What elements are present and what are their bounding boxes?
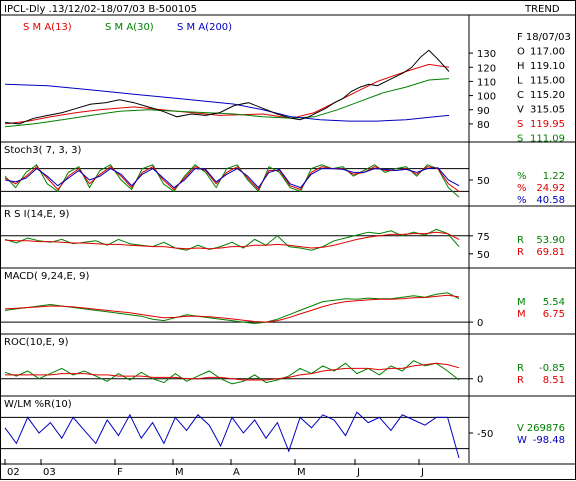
- trend-label: TREND: [524, 4, 560, 15]
- readout-label: H: [517, 61, 525, 72]
- y-tick-label: 0: [477, 375, 483, 386]
- chart-title: IPCL-Dly .13/12/02-18/07/03 B-500105: [4, 4, 197, 15]
- readout-value: 5.54: [543, 297, 565, 308]
- panel-williams: W/LM %R(10) -50 V 269876W -98.48: [1, 399, 576, 465]
- panel-stochastic: Stoch3( 7, 3, 3) 50% 1.22% 24.92% 40.58: [1, 145, 576, 207]
- y-tick-label: 130: [477, 49, 496, 60]
- y-tick-label: 75: [477, 232, 490, 243]
- legend-entry: S M A(200): [177, 22, 232, 33]
- y-tick-label: 100: [477, 92, 496, 103]
- readout-value: 111.09: [530, 134, 565, 145]
- readout-value: 117.00: [530, 47, 565, 58]
- readout-value: 40.58: [536, 195, 565, 206]
- panel-title: MACD( 9,24,E, 9): [4, 271, 90, 282]
- panel-price: 80 90 100 110 120 130 S M A(13) S M A(30) S M A(…: [1, 22, 576, 145]
- readout-value: 24.92: [536, 183, 565, 194]
- y-tick-label: 50: [477, 176, 490, 187]
- series-line-s-m-a-30--1: [4, 78, 450, 128]
- series-line-close-3: [4, 49, 450, 125]
- readout-value: 269876: [527, 423, 565, 434]
- series-line-s-m-a-13--0: [4, 63, 450, 125]
- x-tick-label: J: [356, 467, 360, 478]
- legend-entry: S M A(13): [23, 22, 72, 33]
- readout-label: R: [517, 235, 524, 246]
- readout-date: F 18/07/03: [517, 32, 571, 43]
- readout-label: C: [517, 90, 524, 101]
- readout-label: V: [517, 105, 524, 116]
- panel-macd: MACD( 9,24,E, 9) 0 M 5.54 M 6.75: [1, 271, 576, 335]
- readout-label: S: [517, 119, 523, 130]
- readout-value: 53.90: [536, 235, 565, 246]
- panel-roc: ROC(10,E, 9) 0 R -0.85 R 8.51: [1, 337, 576, 397]
- readout-label: M: [517, 309, 526, 320]
- x-tick-label: M: [297, 467, 306, 478]
- y-tick-label: 80: [477, 120, 490, 131]
- panel-title: W/LM %R(10): [4, 399, 72, 410]
- readout-label: V: [517, 423, 524, 434]
- readout-label: S: [517, 134, 523, 145]
- readout-value: 315.05: [530, 105, 565, 116]
- readout-label: O: [517, 47, 525, 58]
- readout-label: R: [517, 363, 524, 374]
- readout-label: %: [517, 195, 527, 206]
- readout-value: 119.95: [530, 119, 565, 130]
- chart-window: IPCL-Dly .13/12/02-18/07/03 B-500105 TRE…: [0, 0, 576, 480]
- series-line-r-0: [4, 360, 460, 385]
- legend-entry: S M A(30): [105, 22, 154, 33]
- readout-label: M: [517, 297, 526, 308]
- readout-label: %: [517, 183, 527, 194]
- panel-title: R S I(14,E, 9): [4, 209, 69, 220]
- x-tick-label: F: [117, 467, 123, 478]
- readout-value: 69.81: [536, 247, 565, 258]
- x-tick-label: A: [233, 467, 240, 478]
- panel-title: Stoch3( 7, 3, 3): [4, 145, 81, 156]
- y-tick-label: 110: [477, 77, 496, 88]
- readout-label: R: [517, 247, 524, 258]
- readout-value: -98.48: [533, 435, 565, 446]
- panel-title: ROC(10,E, 9): [4, 337, 69, 348]
- panel-rsi: R S I(14,E, 9) 50 75 R 53.90 R 69.81: [1, 209, 576, 269]
- series-line-r-1: [4, 231, 460, 250]
- readout-value: 1.22: [543, 171, 565, 182]
- readout-value: 115.20: [530, 90, 565, 101]
- x-tick-label: 03: [43, 467, 56, 478]
- readout-value: 6.75: [543, 309, 565, 320]
- y-tick-label: -50: [477, 429, 493, 440]
- readout-value: 119.10: [530, 61, 565, 72]
- readout-label: W: [517, 435, 527, 446]
- y-tick-label: 120: [477, 63, 496, 74]
- readout-label: L: [517, 76, 523, 87]
- readout-label: R: [517, 375, 524, 386]
- chart-canvas: IPCL-Dly .13/12/02-18/07/03 B-500105 TRE…: [1, 4, 576, 478]
- readout-value: -0.85: [539, 363, 565, 374]
- readout-label: %: [517, 171, 527, 182]
- x-tick-label: 02: [7, 467, 20, 478]
- y-tick-label: 90: [477, 106, 490, 117]
- readout-value: 8.51: [543, 375, 565, 386]
- series-line-m-1: [4, 294, 460, 323]
- series-line-w-0: [4, 411, 460, 459]
- y-tick-label: 0: [477, 318, 483, 329]
- x-tick-label: J: [420, 467, 424, 478]
- x-tick-label: M: [175, 467, 184, 478]
- y-tick-label: 50: [477, 250, 490, 261]
- readout-value: 115.00: [530, 76, 565, 87]
